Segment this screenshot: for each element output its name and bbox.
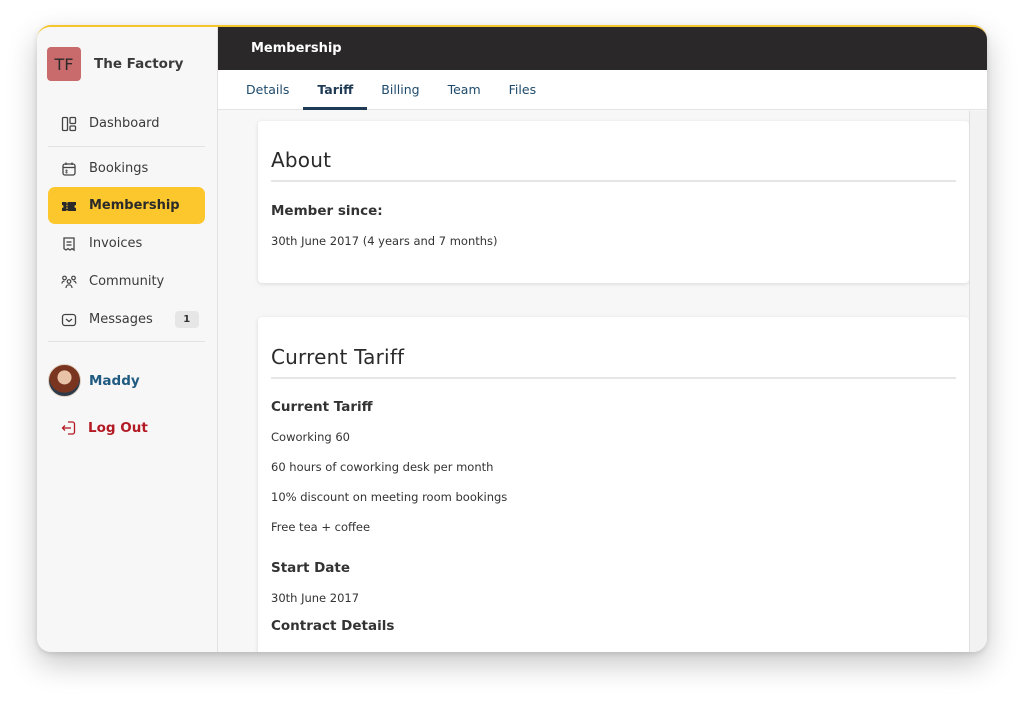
sidebar-item-membership[interactable]: Membership (48, 187, 205, 224)
tab-bar: Details Tariff Billing Team Files (218, 70, 987, 110)
user-profile[interactable]: Maddy (48, 364, 140, 397)
calendar-icon (61, 161, 77, 177)
unread-count-badge: 1 (174, 311, 199, 328)
tab-details[interactable]: Details (232, 70, 303, 109)
brand: TF The Factory (47, 47, 183, 81)
brand-logo: TF (47, 47, 81, 81)
dashboard-icon (61, 116, 77, 132)
tab-billing[interactable]: Billing (367, 70, 433, 109)
logout-button[interactable]: Log Out (61, 420, 148, 436)
scrollbar[interactable] (969, 111, 987, 652)
page-title: Membership (251, 41, 342, 56)
sidebar-item-invoices[interactable]: Invoices (48, 225, 205, 262)
app-window: TF The Factory Dashboard Bookings Member… (37, 25, 987, 652)
sidebar-item-messages[interactable]: Messages 1 (48, 301, 205, 338)
sidebar-divider (48, 341, 205, 342)
tab-tariff[interactable]: Tariff (303, 70, 368, 110)
brand-name: The Factory (94, 56, 184, 72)
user-name[interactable]: Maddy (89, 373, 140, 389)
tab-team[interactable]: Team (434, 70, 495, 109)
inbox-icon (61, 312, 77, 328)
receipt-icon (61, 236, 77, 252)
sidebar-item-label: Dashboard (89, 116, 160, 131)
sidebar-divider (48, 146, 205, 147)
tab-files[interactable]: Files (495, 70, 550, 109)
tariff-card: Current Tariff Current Tariff Coworking … (258, 317, 969, 652)
sidebar-item-label: Invoices (89, 236, 143, 251)
current-tariff-label: Current Tariff (271, 399, 373, 415)
start-date-value: 30th June 2017 (271, 591, 360, 605)
content-area: About Member since: 30th June 2017 (4 ye… (218, 111, 969, 652)
ticket-icon (61, 198, 77, 214)
member-since-label: Member since: (271, 203, 383, 219)
main-panel: Membership Details Tariff Billing Team F… (218, 27, 987, 652)
page-header: Membership (218, 27, 987, 70)
tariff-line: Free tea + coffee (271, 520, 371, 534)
sidebar-item-community[interactable]: Community (48, 263, 205, 300)
sidebar-item-label: Messages (89, 312, 153, 327)
sidebar-item-label: Membership (89, 198, 180, 213)
sidebar-item-bookings[interactable]: Bookings (48, 150, 205, 187)
community-icon (61, 274, 77, 290)
member-since-value: 30th June 2017 (4 years and 7 months) (271, 234, 498, 248)
logout-icon (61, 420, 77, 436)
sidebar: TF The Factory Dashboard Bookings Member… (37, 27, 218, 652)
tariff-title: Current Tariff (271, 317, 956, 379)
sidebar-item-label: Bookings (89, 161, 149, 176)
sidebar-item-label: Community (89, 274, 165, 289)
tariff-line: 10% discount on meeting room bookings (271, 490, 508, 504)
about-title: About (271, 121, 956, 182)
sidebar-item-dashboard[interactable]: Dashboard (48, 105, 205, 142)
start-date-label: Start Date (271, 560, 351, 576)
logout-label: Log Out (88, 420, 148, 436)
avatar[interactable] (48, 364, 81, 397)
tariff-line: 60 hours of coworking desk per month (271, 460, 494, 474)
tariff-line: Coworking 60 (271, 430, 350, 444)
about-card: About Member since: 30th June 2017 (4 ye… (258, 121, 969, 283)
contract-details-label: Contract Details (271, 618, 395, 634)
